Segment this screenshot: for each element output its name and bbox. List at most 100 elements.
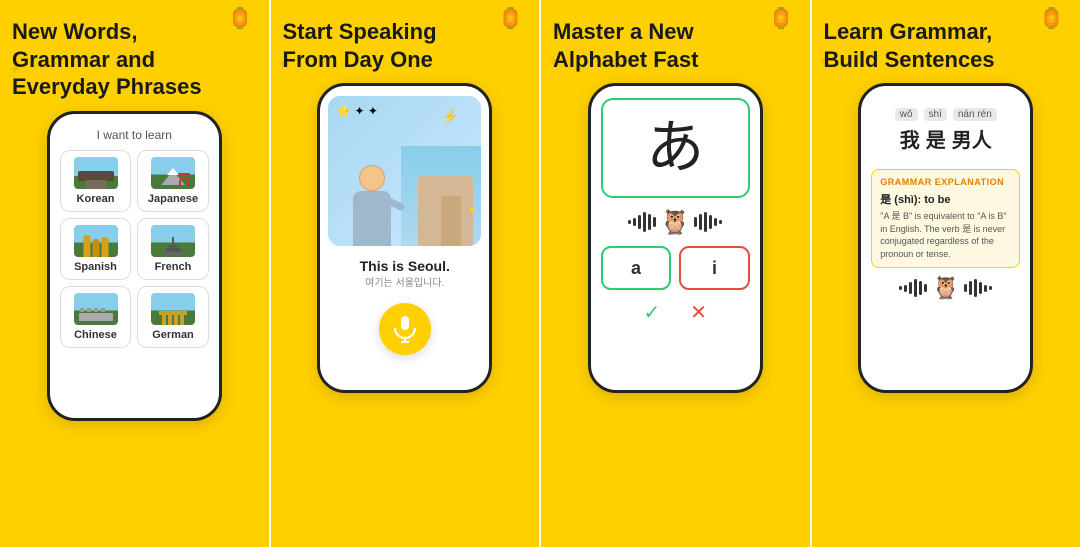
wave2-bar-10: [979, 282, 982, 294]
wave-bar-4: [643, 212, 646, 232]
chinese-sentence-block: wǒ shì nán rén 我 是 男人: [871, 100, 1020, 161]
lang-card-german[interactable]: German: [137, 286, 209, 348]
cross-mark: ✕: [690, 300, 707, 325]
owl-emoji-2: 🦉: [932, 275, 959, 301]
chinese-label: Chinese: [74, 329, 117, 341]
chinese-row: 我 是 男人: [879, 124, 1012, 153]
brandenburg-gate: [159, 311, 187, 325]
bg-building2: [441, 196, 461, 246]
wave-bar-5: [648, 214, 651, 230]
phone-frame-3: あ 🦉 a i ✓: [588, 83, 763, 393]
wave2-bar-12: [989, 286, 992, 290]
check-mark: ✓: [643, 300, 660, 325]
wave2-bar-6: [924, 284, 927, 292]
learn-label: I want to learn: [97, 128, 172, 142]
japanese-label: Japanese: [148, 193, 198, 205]
answer-i-text: i: [712, 258, 717, 279]
phone-frame-4: wǒ shì nán rén 我 是 男人 Grammar Explanatio…: [858, 83, 1033, 393]
wave2-bar-2: [904, 285, 907, 292]
panel-alphabet: 🏮 ✦ Master a New Alphabet Fast あ 🦉 a: [541, 0, 812, 547]
panel2-title: Start Speaking From Day One: [283, 18, 528, 73]
pinyin-1: shì: [924, 108, 947, 121]
bolt-deco: ⚡: [442, 108, 459, 125]
great-wall: [79, 308, 113, 321]
person-body: [353, 191, 391, 246]
answer-card-i[interactable]: i: [679, 246, 750, 290]
wave-bar-2: [633, 218, 636, 226]
chinese-char-0: 我: [900, 124, 920, 153]
person-figure: [353, 165, 391, 246]
wave2-bar-3: [909, 282, 912, 294]
chinese-char-1: 是: [926, 124, 946, 153]
wave2-bar-11: [984, 285, 987, 292]
grammar-main: 是 (shì): to be: [880, 191, 1011, 207]
chinese-landmark: [74, 293, 118, 325]
pinyin-0: wǒ: [895, 108, 918, 121]
wave2-bar-5: [919, 281, 922, 295]
eiffel-tower: [163, 237, 183, 257]
spanish-label: Spanish: [74, 261, 117, 273]
hiragana-card: あ: [601, 98, 750, 198]
french-landmark: [151, 225, 195, 257]
lang-card-chinese[interactable]: Chinese: [60, 286, 132, 348]
panel4-title: Learn Grammar, Build Sentences: [824, 18, 1069, 73]
wave-bar-10: [709, 215, 712, 229]
spanish-landmark: [74, 225, 118, 257]
french-label: French: [155, 261, 192, 273]
lang-card-french[interactable]: French: [137, 218, 209, 280]
speak-subtitle-block: This is Seoul. 여기는 서울입니다.: [360, 258, 450, 289]
korean-landmark: [74, 157, 118, 189]
wave2-bar-8: [969, 281, 972, 295]
sparkle-deco: ✦: [468, 205, 476, 216]
wave2-bar-9: [974, 279, 977, 297]
wave2-bar-7: [964, 284, 967, 292]
lang-card-japanese[interactable]: Japanese: [137, 150, 209, 212]
speaking-video: ⭐ ✦ ✦ ⚡ ✦: [328, 96, 481, 246]
wave-bar-8: [699, 214, 702, 230]
panel-speaking: 🏮 ✦ Start Speaking From Day One ⭐ ✦ ✦ ⚡ …: [271, 0, 542, 547]
grammar-explanation-box: Grammar Explanation 是 (shì): to be "A 是 …: [871, 169, 1020, 268]
panel-words: 🏮 ✦ New Words, Grammar and Everyday Phra…: [0, 0, 271, 547]
person-head: [359, 165, 385, 191]
speak-sub-text: 여기는 서울입니다.: [360, 274, 450, 289]
german-landmark: [151, 293, 195, 325]
answer-card-a[interactable]: a: [601, 246, 672, 290]
hiragana-character: あ: [646, 119, 704, 177]
stars-deco: ⭐ ✦ ✦: [336, 104, 378, 118]
german-label: German: [152, 329, 194, 341]
chinese-char-2: 男人: [952, 124, 992, 153]
speak-main-text: This is Seoul.: [360, 258, 450, 274]
korean-body: [86, 180, 106, 189]
panel3-title: Master a New Alphabet Fast: [553, 18, 798, 73]
grammar-title: Grammar Explanation: [880, 177, 1011, 187]
pinyin-row: wǒ shì nán rén: [879, 108, 1012, 121]
mic-button[interactable]: [379, 303, 431, 355]
wave-bar-12: [719, 220, 722, 224]
sagrada-familia: [83, 235, 108, 257]
torii-gate: [178, 173, 190, 186]
panel-grammar: 🏮 ✦ Learn Grammar, Build Sentences wǒ sh…: [812, 0, 1080, 547]
wave2-bar-4: [914, 279, 917, 297]
phone-frame-2: ⭐ ✦ ✦ ⚡ ✦ This is Seoul. 여기는 서울입니다.: [317, 83, 492, 393]
wave-bar-11: [714, 218, 717, 226]
pinyin-2: nán rén: [953, 108, 997, 121]
wave-bar-9: [704, 212, 707, 232]
answer-a-text: a: [631, 258, 641, 279]
grammar-desc: "A 是 B" is equivalent to "A is B" in Eng…: [880, 210, 1011, 260]
wave-bar-7: [694, 217, 697, 227]
japanese-landmark: [151, 157, 195, 189]
korean-label: Korean: [77, 193, 115, 205]
mic-icon: [394, 315, 416, 343]
audio-wave-1: 🦉: [628, 208, 722, 236]
lang-card-korean[interactable]: Korean: [60, 150, 132, 212]
wave-bar-1: [628, 220, 631, 224]
check-cross-row: ✓ ✕: [643, 300, 707, 325]
wave-bar-3: [638, 215, 641, 229]
lang-card-spanish[interactable]: Spanish: [60, 218, 132, 280]
phone-frame-1: I want to learn Korean: [47, 111, 222, 421]
wave2-bar-1: [899, 286, 902, 290]
audio-wave-2: 🦉: [899, 276, 992, 300]
owl-emoji: 🦉: [660, 208, 690, 237]
panel1-title: New Words, Grammar and Everyday Phrases: [12, 18, 257, 101]
wave-bar-6: [653, 217, 656, 227]
